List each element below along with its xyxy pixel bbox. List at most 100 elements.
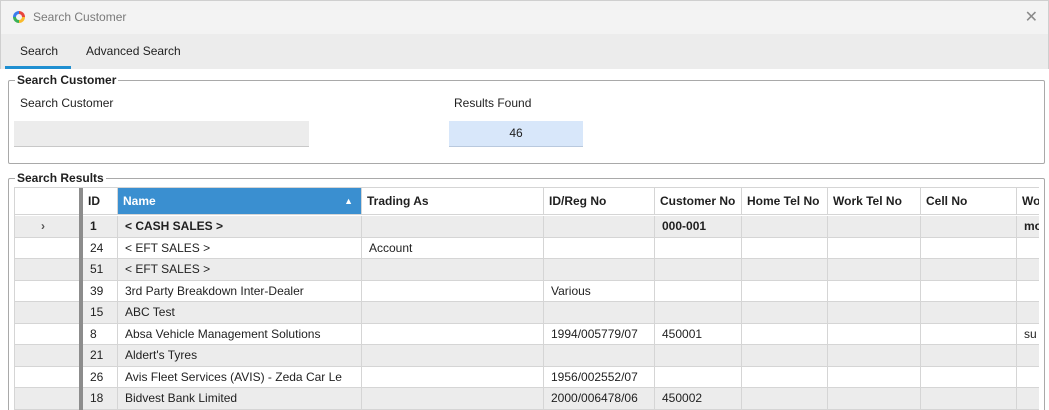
cell-home-tel[interactable] xyxy=(742,323,828,345)
cell-name[interactable]: Absa Vehicle Management Solutions xyxy=(118,323,362,345)
cell-id[interactable]: 26 xyxy=(83,366,118,388)
cell-customer-no[interactable] xyxy=(655,259,742,281)
table-row[interactable]: 39 3rd Party Breakdown Inter-Dealer Variou… xyxy=(15,280,1039,302)
row-selector[interactable] xyxy=(15,259,79,281)
cell-customer-no[interactable] xyxy=(655,280,742,302)
cell-home-tel[interactable] xyxy=(742,366,828,388)
table-row[interactable]: 18 Bidvest Bank Limited 2000/006478/06 4500… xyxy=(15,388,1039,410)
cell-customer-no[interactable] xyxy=(655,345,742,367)
column-header-name[interactable]: Name ▲ xyxy=(118,188,362,214)
table-row[interactable]: 51 < EFT SALES > xyxy=(15,259,1039,281)
cell-reg-no[interactable]: 2000/006478/06 xyxy=(544,388,655,410)
cell-reg-no[interactable] xyxy=(544,302,655,324)
tab-advanced-search[interactable]: Advanced Search xyxy=(86,44,181,58)
cell-customer-no[interactable]: 450002 xyxy=(655,388,742,410)
cell-wo[interactable]: su xyxy=(1017,324,1039,345)
cell-work-tel[interactable] xyxy=(828,345,921,367)
close-icon[interactable]: ✕ xyxy=(1025,7,1038,27)
cell-cell-no[interactable] xyxy=(921,366,1017,388)
cell-cell-no[interactable] xyxy=(921,323,1017,345)
cell-reg-no[interactable]: Various xyxy=(544,280,655,302)
row-selector[interactable] xyxy=(15,324,79,345)
cell-reg-no[interactable] xyxy=(544,259,655,281)
cell-id[interactable]: 15 xyxy=(83,302,118,324)
cell-reg-no[interactable] xyxy=(544,345,655,367)
table-row[interactable]: 24 < EFT SALES > Account xyxy=(15,237,1039,259)
cell-home-tel[interactable] xyxy=(742,216,828,238)
cell-customer-no[interactable] xyxy=(655,302,742,324)
cell-name[interactable]: ABC Test xyxy=(118,302,362,324)
cell-reg-no[interactable]: 1994/005779/07 xyxy=(544,323,655,345)
column-header-id[interactable]: ID xyxy=(83,188,118,214)
row-selector[interactable] xyxy=(15,367,79,388)
table-row[interactable]: 8 Absa Vehicle Management Solutions 1994/0… xyxy=(15,323,1039,345)
row-selector[interactable] xyxy=(15,238,79,259)
cell-name[interactable]: Bidvest Bank Limited xyxy=(118,388,362,410)
cell-trading-as[interactable] xyxy=(362,280,544,302)
cell-customer-no[interactable]: 450001 xyxy=(655,323,742,345)
cell-trading-as[interactable] xyxy=(362,259,544,281)
cell-name[interactable]: < EFT SALES > xyxy=(118,237,362,259)
cell-customer-no[interactable]: 000-001 xyxy=(655,216,742,238)
cell-work-tel[interactable] xyxy=(828,302,921,324)
cell-customer-no[interactable] xyxy=(655,237,742,259)
table-row[interactable]: › 1< CASH SALES > 000-001 mo xyxy=(15,216,1039,238)
cell-reg-no[interactable] xyxy=(544,237,655,259)
cell-id[interactable]: 18 xyxy=(83,388,118,410)
row-selector[interactable]: › xyxy=(15,216,79,238)
cell-home-tel[interactable] xyxy=(742,280,828,302)
cell-work-tel[interactable] xyxy=(828,388,921,410)
cell-cell-no[interactable] xyxy=(921,237,1017,259)
cell-trading-as[interactable] xyxy=(362,216,544,238)
cell-trading-as[interactable] xyxy=(362,366,544,388)
column-header-work-tel[interactable]: Work Tel No xyxy=(828,188,921,214)
cell-id[interactable]: 21 xyxy=(83,345,118,367)
row-selector[interactable] xyxy=(15,345,79,367)
row-selector[interactable] xyxy=(15,302,79,324)
cell-wo[interactable] xyxy=(1017,302,1039,324)
cell-home-tel[interactable] xyxy=(742,237,828,259)
cell-cell-no[interactable] xyxy=(921,280,1017,302)
search-customer-input[interactable] xyxy=(14,121,309,147)
table-row[interactable]: 15 ABC Test xyxy=(15,302,1039,324)
cell-wo[interactable] xyxy=(1017,238,1039,259)
cell-work-tel[interactable] xyxy=(828,323,921,345)
table-row[interactable]: 26 Avis Fleet Services (AVIS) - Zeda Car … xyxy=(15,366,1039,388)
cell-customer-no[interactable] xyxy=(655,366,742,388)
table-row[interactable]: 21 Aldert's Tyres xyxy=(15,345,1039,367)
cell-wo[interactable] xyxy=(1017,367,1039,388)
cell-cell-no[interactable] xyxy=(921,388,1017,410)
cell-cell-no[interactable] xyxy=(921,302,1017,324)
cell-cell-no[interactable] xyxy=(921,216,1017,238)
cell-reg-no[interactable] xyxy=(544,216,655,238)
column-header-trading-as[interactable]: Trading As xyxy=(362,188,544,214)
cell-work-tel[interactable] xyxy=(828,280,921,302)
cell-wo[interactable] xyxy=(1017,388,1039,410)
cell-cell-no[interactable] xyxy=(921,259,1017,281)
cell-wo[interactable] xyxy=(1017,345,1039,367)
cell-work-tel[interactable] xyxy=(828,366,921,388)
tab-search[interactable]: Search xyxy=(20,44,58,58)
row-selector[interactable] xyxy=(15,281,79,302)
cell-trading-as[interactable] xyxy=(362,323,544,345)
cell-cell-no[interactable] xyxy=(921,345,1017,367)
cell-name[interactable]: < EFT SALES > xyxy=(118,259,362,281)
cell-work-tel[interactable] xyxy=(828,216,921,238)
column-header-home-tel[interactable]: Home Tel No xyxy=(742,188,828,214)
cell-name[interactable]: Avis Fleet Services (AVIS) - Zeda Car Le xyxy=(118,366,362,388)
row-selector[interactable] xyxy=(15,388,79,410)
cell-id[interactable]: 51 xyxy=(83,259,118,281)
cell-trading-as[interactable] xyxy=(362,388,544,410)
cell-id[interactable]: 1 xyxy=(83,216,118,238)
cell-id[interactable]: 8 xyxy=(83,323,118,345)
cell-home-tel[interactable] xyxy=(742,302,828,324)
cell-trading-as[interactable] xyxy=(362,302,544,324)
cell-name[interactable]: 3rd Party Breakdown Inter-Dealer xyxy=(118,280,362,302)
cell-trading-as[interactable]: Account xyxy=(362,237,544,259)
column-header-customer-no[interactable]: Customer No xyxy=(655,188,742,214)
column-header-reg-no[interactable]: ID/Reg No xyxy=(544,188,655,214)
column-header-cell-no[interactable]: Cell No xyxy=(921,188,1017,214)
cell-home-tel[interactable] xyxy=(742,345,828,367)
column-header-wo[interactable]: Wo xyxy=(1017,188,1039,214)
cell-id[interactable]: 39 xyxy=(83,280,118,302)
